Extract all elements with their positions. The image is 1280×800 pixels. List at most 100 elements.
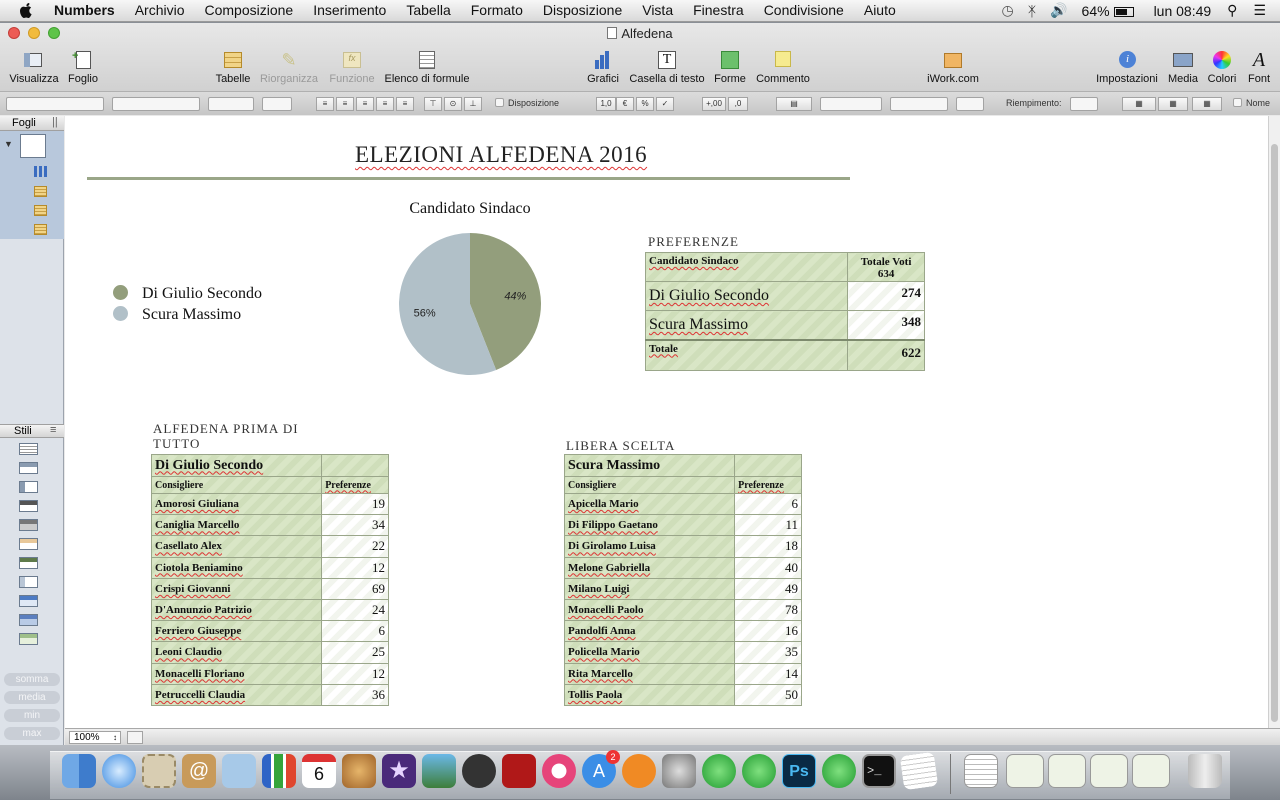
disposizione-checkbox[interactable]: [495, 98, 504, 107]
consigliere-name-cell[interactable]: Milano Luigi: [563, 577, 736, 600]
consigliere-name-cell[interactable]: Di Girolamo Luisa: [563, 535, 736, 558]
valign-middle-button[interactable]: ⊙: [444, 97, 462, 111]
table-style-swatch[interactable]: [19, 614, 38, 626]
safari-icon[interactable]: [102, 754, 136, 788]
photo-booth-icon[interactable]: [502, 754, 536, 788]
table-row[interactable]: Caniglia Marcello 34: [150, 514, 389, 537]
toolbar-colori[interactable]: Colori: [1204, 50, 1240, 85]
scrollbar-thumb[interactable]: [1271, 144, 1278, 722]
mail-stamp-icon[interactable]: [142, 754, 176, 788]
table-row[interactable]: Policella Mario 35: [563, 641, 802, 664]
toolbar-commento[interactable]: Commento: [754, 50, 812, 85]
menu-condivisione[interactable]: Condivisione: [764, 2, 844, 18]
menu-finestra[interactable]: Finestra: [693, 2, 744, 18]
table-style-swatch[interactable]: [19, 576, 38, 588]
facetime-icon[interactable]: [462, 754, 496, 788]
consigliere-name-cell[interactable]: Petruccelli Claudia: [150, 683, 323, 706]
preferenze-value-cell[interactable]: 78: [734, 598, 802, 622]
toolbar-casella-testo[interactable]: T Casella di testo: [626, 50, 708, 85]
candidate-header-empty-cell[interactable]: [321, 454, 389, 477]
preferenze-value-cell[interactable]: 34: [321, 514, 389, 537]
function-somma[interactable]: somma: [4, 673, 60, 686]
iphoto-icon[interactable]: [422, 754, 456, 788]
menu-disposizione[interactable]: Disposizione: [543, 2, 622, 18]
table-row[interactable]: Leoni Claudio 25: [150, 641, 389, 664]
consigliere-name-cell[interactable]: Monacelli Paolo: [563, 598, 736, 622]
clock[interactable]: lun 08:49: [1154, 3, 1212, 19]
candidate-header-cell[interactable]: Di Giulio Secondo: [150, 454, 323, 477]
cell-border-button[interactable]: ▤: [776, 97, 812, 111]
notification-center-icon[interactable]: ☰: [1253, 2, 1266, 19]
header-rows-button[interactable]: ▦: [1122, 97, 1156, 111]
format-percent-button[interactable]: %: [636, 97, 654, 111]
consigliere-name-cell[interactable]: Monacelli Floriano: [150, 662, 323, 685]
table-row[interactable]: Monacelli Floriano 12: [150, 662, 389, 685]
align-justify-button[interactable]: ≡: [376, 97, 394, 111]
preferenze-value-cell[interactable]: 11: [734, 514, 802, 537]
table-caption-list2[interactable]: LIBERA SCELTA: [566, 438, 675, 453]
fill-color-well[interactable]: [1070, 97, 1098, 111]
menu-app-name[interactable]: Numbers: [54, 2, 115, 18]
toolbar-elenco-formule[interactable]: Elenco di formule: [382, 50, 472, 85]
votes-cell[interactable]: 348: [847, 310, 925, 340]
document-stack-icon[interactable]: [964, 754, 998, 788]
textedit-icon[interactable]: [899, 751, 939, 791]
table-row[interactable]: Rita Marcello 14: [563, 662, 802, 685]
header-cell[interactable]: Candidato Sindaco: [644, 252, 849, 282]
table-row[interactable]: Apicella Mario 6: [563, 492, 802, 516]
numbers-app-icon[interactable]: [262, 754, 296, 788]
table-style-swatch[interactable]: [19, 481, 38, 493]
consigliere-name-cell[interactable]: Amorosi Giuliana: [150, 492, 323, 516]
preferenze-value-cell[interactable]: 50: [734, 683, 802, 706]
table-object-icon[interactable]: [34, 186, 47, 197]
page-view-button[interactable]: [127, 731, 143, 744]
consigliere-name-cell[interactable]: Rita Marcello: [563, 662, 736, 685]
spotlight-icon[interactable]: ⚲: [1227, 2, 1237, 19]
preferenze-value-cell[interactable]: 36: [321, 683, 389, 706]
toolbar-riorganizza[interactable]: ✎ Riorganizza: [258, 50, 320, 85]
footer-rows-button[interactable]: ▦: [1192, 97, 1222, 111]
zoom-select[interactable]: 100% ↕: [69, 731, 121, 744]
preferenze-value-cell[interactable]: 6: [734, 492, 802, 516]
preferenze-value-cell[interactable]: 14: [734, 662, 802, 685]
align-right-button[interactable]: ≡: [356, 97, 374, 111]
consigliere-name-cell[interactable]: Crispi Giovanni: [150, 577, 323, 600]
menu-aiuto[interactable]: Aiuto: [864, 2, 896, 18]
apple-menu-icon[interactable]: [18, 2, 34, 19]
consigliere-name-cell[interactable]: Ciotola Beniamino: [150, 556, 323, 579]
votes-cell[interactable]: 274: [847, 281, 925, 311]
table-object-icon[interactable]: [34, 224, 47, 235]
table-style-swatch[interactable]: [19, 595, 38, 607]
toolbar-media[interactable]: Media: [1166, 50, 1200, 85]
table-caption-list1[interactable]: ALFEDENA PRIMA DI TUTTO: [153, 421, 299, 451]
table-style-swatch[interactable]: [19, 500, 38, 512]
format-decimal-button[interactable]: 1,0: [596, 97, 616, 111]
alfedena-prima-di-tutto-table[interactable]: Di Giulio Secondo Consigliere Preferenze …: [150, 454, 389, 706]
toolbar-font[interactable]: A Font: [1244, 50, 1274, 85]
imovie-icon[interactable]: ★: [382, 754, 416, 788]
preferenze-value-cell[interactable]: 16: [734, 620, 802, 643]
terminal-icon[interactable]: >_: [862, 754, 896, 788]
total-label-cell[interactable]: Totale: [644, 339, 849, 371]
toolbar-impostazioni[interactable]: i Impostazioni: [1094, 50, 1160, 85]
legend-item-di-giulio[interactable]: Di Giulio Secondo: [113, 285, 262, 303]
valign-bottom-button[interactable]: ⊥: [464, 97, 482, 111]
candidate-header-cell[interactable]: Scura Massimo: [563, 454, 736, 477]
function-media[interactable]: media: [4, 691, 60, 704]
table-row[interactable]: Ferriero Giuseppe 6: [150, 620, 389, 643]
table-row[interactable]: Milano Luigi 49: [563, 577, 802, 600]
consigliere-name-cell[interactable]: Melone Gabriella: [563, 556, 736, 579]
stroke-color-well[interactable]: [956, 97, 984, 111]
preferenze-value-cell[interactable]: 6: [321, 620, 389, 643]
table-style-swatch[interactable]: [19, 519, 38, 531]
header-cell[interactable]: Totale Voti 634: [847, 252, 925, 282]
table-object-icon[interactable]: [34, 205, 47, 216]
preferenze-value-cell[interactable]: 35: [734, 641, 802, 664]
pie-chart[interactable]: 44% 56%: [395, 229, 545, 379]
itunes-icon[interactable]: [542, 754, 576, 788]
disclosure-triangle-icon[interactable]: ▼: [4, 139, 13, 149]
sync-app-icon[interactable]: [702, 754, 736, 788]
garageband-icon[interactable]: [342, 754, 376, 788]
trash-icon[interactable]: [1188, 754, 1222, 788]
preferenze-value-cell[interactable]: 18: [734, 535, 802, 558]
